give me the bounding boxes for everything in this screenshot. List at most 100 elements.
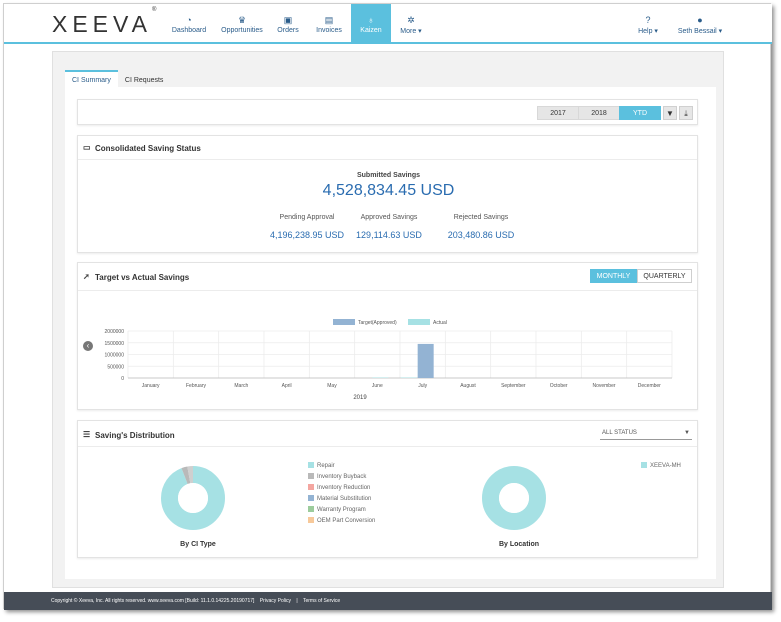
nav-more[interactable]: ✲ More ▾ bbox=[394, 4, 428, 44]
ci-type-legend: Repair Inventory Buyback Inventory Reducti… bbox=[308, 461, 375, 527]
list-icon: ☰ bbox=[83, 430, 91, 439]
y-tick-label: 500000 bbox=[107, 364, 124, 370]
year-toolbar: 2017 2018 YTD ▼ ⤓ bbox=[77, 99, 698, 125]
y-tick-label: 1500000 bbox=[105, 341, 125, 347]
x-tick-label: June bbox=[372, 383, 383, 389]
location-donut bbox=[482, 466, 546, 530]
legend-label: XEEVA-MH bbox=[650, 463, 681, 469]
legend-label: OEM Part Conversion bbox=[317, 518, 376, 524]
terms-of-service-link[interactable]: Terms of Service bbox=[303, 598, 340, 604]
legend-label: Inventory Reduction bbox=[317, 485, 371, 491]
ci-type-legend-item[interactable]: Warranty Program bbox=[308, 505, 375, 516]
by-location-label: By Location bbox=[498, 541, 540, 548]
ci-type-legend-item[interactable]: Material Substitution bbox=[308, 494, 375, 505]
ci-type-donut bbox=[161, 466, 225, 530]
nav-orders-label: Orders bbox=[277, 27, 299, 34]
footer: Copyright © Xeeva, Inc. All rights reser… bbox=[4, 592, 772, 610]
year-ytd-button[interactable]: YTD bbox=[619, 106, 661, 120]
legend-swatch bbox=[308, 473, 314, 480]
main-area: CI Summary CI Requests 2017 2018 YTD ▼ ⤓ … bbox=[52, 51, 724, 588]
submitted-savings-value: 4,528,834.45 USD bbox=[322, 182, 455, 199]
location-legend-item[interactable]: XEEVA-MH bbox=[641, 461, 681, 472]
x-tick-label: November bbox=[592, 383, 615, 389]
nav-kaizen[interactable]: ♁ Kaizen bbox=[351, 4, 391, 44]
privacy-policy-link[interactable]: Privacy Policy bbox=[260, 598, 291, 604]
nav-orders[interactable]: ▣ Orders bbox=[272, 4, 304, 44]
help-icon: ? bbox=[645, 15, 651, 25]
briefcase-icon: ▣ bbox=[283, 15, 293, 25]
money-icon: ▭ bbox=[83, 143, 91, 152]
legend-swatch bbox=[308, 495, 314, 502]
app-window: XEEVA® ◔ Dashboard ♛ Opportunities ▣ Ord… bbox=[3, 3, 772, 610]
legend-swatch-0 bbox=[333, 319, 355, 325]
x-tick-label: March bbox=[234, 383, 248, 389]
x-tick-label: July bbox=[418, 383, 427, 389]
year-2018-button[interactable]: 2018 bbox=[578, 106, 620, 120]
legend-swatch bbox=[308, 484, 314, 491]
quarterly-toggle[interactable]: QUARTERLY bbox=[637, 269, 692, 283]
x-tick-label: August bbox=[460, 383, 476, 389]
x-tick-label: December bbox=[638, 383, 661, 389]
nav-more-label: More ▾ bbox=[400, 28, 422, 35]
legend-swatch-1 bbox=[408, 319, 430, 325]
legend-label: Repair bbox=[317, 463, 335, 469]
top-navbar: XEEVA® ◔ Dashboard ♛ Opportunities ▣ Ord… bbox=[4, 4, 772, 44]
x-tick-label: May bbox=[327, 383, 337, 389]
nav-opportunities-label: Opportunities bbox=[221, 27, 263, 34]
by-ci-type-label: By CI Type bbox=[180, 541, 216, 548]
send-icon: ➚ bbox=[83, 272, 90, 281]
saving-distribution-panel: ☰ Saving's Distribution ALL STATUS ▼ By … bbox=[77, 420, 698, 558]
download-icon[interactable]: ⤓ bbox=[679, 106, 693, 120]
location-legend: XEEVA-MH bbox=[641, 461, 681, 472]
trophy-icon: ♛ bbox=[237, 15, 247, 25]
nav-kaizen-label: Kaizen bbox=[360, 27, 382, 34]
submitted-savings-label: Submitted Savings bbox=[356, 172, 420, 179]
legend-label: Inventory Buyback bbox=[317, 474, 367, 480]
legend-swatch bbox=[308, 462, 314, 469]
nav-user-label: Seth Bessail ▾ bbox=[677, 28, 723, 35]
nav-invoices-label: Invoices bbox=[316, 27, 342, 34]
saving-status-title: Consolidated Saving Status bbox=[95, 144, 201, 153]
ci-type-legend-item[interactable]: Inventory Reduction bbox=[308, 483, 375, 494]
ci-type-legend-item[interactable]: Repair bbox=[308, 461, 375, 472]
nav-dashboard[interactable]: ◔ Dashboard bbox=[167, 4, 211, 44]
footer-separator: | bbox=[296, 598, 298, 604]
rejected-savings-value: 203,480.86 USD bbox=[447, 230, 515, 240]
monthly-toggle[interactable]: MONTHLY bbox=[590, 269, 637, 283]
x-tick-label: September bbox=[501, 383, 526, 389]
x-tick-label: January bbox=[142, 383, 160, 389]
x-tick-label: February bbox=[186, 383, 207, 389]
filter-icon[interactable]: ▼ bbox=[663, 106, 677, 120]
ci-type-legend-item[interactable]: OEM Part Conversion bbox=[308, 516, 375, 527]
saving-status-header: ▭ Consolidated Saving Status bbox=[78, 136, 697, 160]
nav-opportunities[interactable]: ♛ Opportunities bbox=[216, 4, 268, 44]
chevron-down-icon: ▼ bbox=[684, 430, 690, 436]
ci-type-legend-item[interactable]: Inventory Buyback bbox=[308, 472, 375, 483]
legend-swatch bbox=[641, 462, 647, 469]
y-tick-label: 2000000 bbox=[105, 329, 125, 335]
legend-label: Material Substitution bbox=[317, 496, 372, 502]
nav-user-menu[interactable]: ● Seth Bessail ▾ bbox=[672, 4, 728, 44]
status-filter-dropdown[interactable]: ALL STATUS ▼ bbox=[600, 426, 692, 440]
tab-content: 2017 2018 YTD ▼ ⤓ ▭ Consolidated Saving … bbox=[65, 87, 716, 579]
settings-icon: ✲ bbox=[407, 15, 415, 25]
nav-help[interactable]: ? Help ▾ bbox=[632, 4, 664, 44]
nav-dashboard-label: Dashboard bbox=[171, 27, 207, 34]
x-tick-label: April bbox=[282, 383, 292, 389]
legend-label-0: Target(Approved) bbox=[358, 320, 397, 326]
nav-invoices[interactable]: ▤ Invoices bbox=[309, 4, 349, 44]
donut-hole bbox=[178, 483, 208, 513]
donut-hole bbox=[499, 483, 529, 513]
tab-bar: CI Summary CI Requests bbox=[65, 69, 170, 89]
user-icon: ● bbox=[697, 15, 703, 25]
status-filter-value: ALL STATUS bbox=[602, 430, 637, 436]
x-tick-label: October bbox=[550, 383, 568, 389]
distribution-title: Saving's Distribution bbox=[95, 431, 175, 440]
nav-help-label: Help ▾ bbox=[638, 28, 658, 35]
lightbulb-icon: ♁ bbox=[367, 15, 375, 25]
saving-status-panel: ▭ Consolidated Saving Status Submitted S… bbox=[77, 135, 698, 253]
year-2017-button[interactable]: 2017 bbox=[537, 106, 579, 120]
xeeva-logo[interactable]: XEEVA® bbox=[52, 7, 156, 38]
legend-label: Warranty Program bbox=[317, 507, 366, 513]
rejected-savings-stat: Rejected Savings 203,480.86 USD bbox=[426, 214, 536, 240]
